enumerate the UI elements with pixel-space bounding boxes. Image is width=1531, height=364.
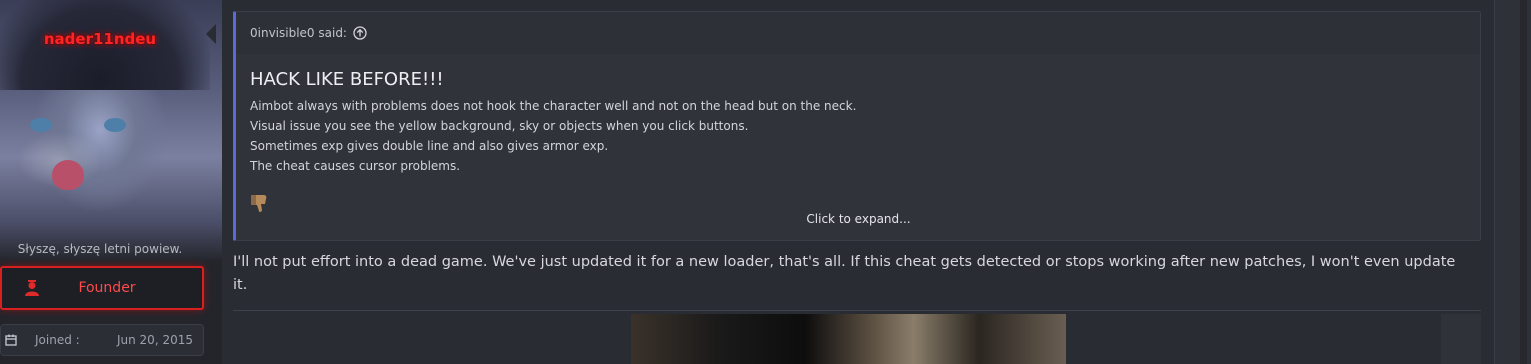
quote-line: The cheat causes cursor problems. bbox=[250, 159, 461, 173]
user-panel: nader11ndeu Słyszę, słyszę letni powiew.… bbox=[0, 0, 222, 364]
user-tagline: Słyszę, słyszę letni powiew. bbox=[17, 242, 183, 256]
joined-row: Joined : Jun 20, 2015 bbox=[0, 324, 204, 356]
quote-line: Aimbot always with problems does not hoo… bbox=[250, 99, 857, 113]
rank-banner: Founder bbox=[0, 266, 204, 310]
quote-line: Sometimes exp gives double line and also… bbox=[250, 139, 609, 153]
user-icon bbox=[22, 278, 42, 298]
divider bbox=[233, 310, 1481, 311]
post-content: 0invisible0 said: HACK LIKE BEFORE!!! Ai… bbox=[222, 0, 1494, 364]
quote-line: Visual issue you see the yellow backgrou… bbox=[250, 119, 749, 133]
quote-title: HACK LIKE BEFORE!!! bbox=[250, 69, 444, 90]
scrollbar[interactable] bbox=[1520, 0, 1527, 364]
joined-label: Joined : bbox=[35, 333, 80, 347]
quote-lines: Aimbot always with problems does not hoo… bbox=[250, 96, 856, 176]
avatar-mouth bbox=[52, 160, 84, 190]
joined-value: Jun 20, 2015 bbox=[116, 333, 193, 347]
avatar-eye-left bbox=[30, 118, 52, 132]
media-frame-edge bbox=[1441, 314, 1481, 364]
post-body: I'll not put effort into a dead game. We… bbox=[233, 254, 1456, 293]
click-to-expand-link[interactable]: Click to expand... bbox=[236, 212, 1481, 226]
arrow-up-circle-icon[interactable] bbox=[353, 26, 367, 40]
rank-label: Founder bbox=[78, 280, 136, 296]
avatar-eye-right bbox=[104, 118, 126, 132]
panel-notch bbox=[206, 24, 216, 44]
quote-header: 0invisible0 said: bbox=[236, 12, 1480, 54]
embedded-image[interactable] bbox=[631, 314, 1066, 364]
quote-author[interactable]: 0invisible0 said: bbox=[250, 26, 347, 40]
username[interactable]: nader11ndeu bbox=[0, 30, 200, 48]
calendar-icon bbox=[5, 333, 19, 347]
quote-block: 0invisible0 said: HACK LIKE BEFORE!!! Ai… bbox=[233, 11, 1481, 241]
